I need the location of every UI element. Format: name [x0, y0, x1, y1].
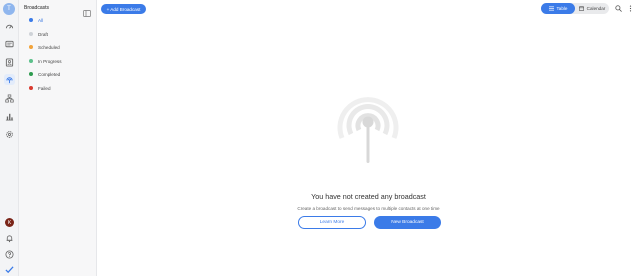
sidebar-item-completed[interactable]: Completed — [29, 70, 60, 78]
broadcast-sidebar: Broadcasts All Draft Scheduled In Progre… — [19, 0, 97, 276]
user-avatar[interactable]: T — [3, 3, 15, 15]
status-dot — [29, 32, 33, 36]
sidebar-item-all[interactable]: All — [29, 16, 43, 24]
search-icon[interactable] — [614, 4, 623, 13]
flows-icon[interactable] — [4, 93, 15, 104]
add-broadcast-button[interactable]: + Add Broadcast — [101, 4, 146, 14]
sidebar-item-failed[interactable]: Failed — [29, 84, 51, 92]
more-options-icon[interactable] — [626, 4, 635, 13]
settings-icon[interactable] — [4, 129, 15, 140]
tab-label: Calendar — [586, 6, 606, 11]
sidebar-item-label: In Progress — [38, 58, 62, 64]
learn-more-button[interactable]: Learn More — [298, 216, 366, 229]
left-rail: T K — [0, 0, 19, 276]
sidebar-item-label: Draft — [38, 31, 48, 37]
check-icon[interactable] — [4, 264, 15, 275]
sidebar-title: Broadcasts — [24, 5, 50, 11]
status-dot — [29, 86, 33, 90]
status-dot — [29, 72, 33, 76]
new-broadcast-button[interactable]: New Broadcast — [374, 216, 441, 229]
collapse-sidebar-icon[interactable] — [83, 4, 91, 17]
broadcast-illustration-icon — [337, 97, 399, 163]
tab-calendar[interactable]: Calendar — [575, 3, 609, 14]
calendar-icon — [578, 6, 584, 11]
sidebar-item-label: Completed — [38, 71, 61, 77]
status-dot — [29, 59, 33, 63]
sidebar-item-label: All — [38, 17, 44, 23]
empty-state-subtitle: Create a broadcast to send messages to m… — [297, 206, 440, 211]
status-dot — [29, 18, 33, 22]
tab-table[interactable]: Table — [541, 3, 575, 14]
dashboard-icon[interactable] — [4, 21, 15, 32]
contacts-icon[interactable] — [4, 57, 15, 68]
sidebar-item-label: Scheduled — [38, 44, 60, 50]
profile-avatar[interactable]: K — [5, 218, 14, 227]
sidebar-item-in-progress[interactable]: In Progress — [29, 57, 62, 65]
help-icon[interactable] — [4, 249, 15, 260]
broadcast-icon[interactable] — [4, 74, 15, 85]
sidebar-item-label: Failed — [38, 85, 51, 91]
reports-icon[interactable] — [4, 111, 15, 122]
status-dot — [29, 45, 33, 49]
notifications-icon[interactable] — [4, 233, 15, 244]
tab-label: Table — [556, 6, 568, 11]
empty-state-title: You have not created any broadcast — [311, 192, 426, 201]
view-toggle: Table Calendar — [541, 3, 609, 14]
table-icon — [548, 6, 554, 11]
sidebar-item-draft[interactable]: Draft — [29, 30, 48, 38]
sidebar-item-scheduled[interactable]: Scheduled — [29, 43, 60, 51]
messages-icon[interactable] — [4, 39, 15, 50]
